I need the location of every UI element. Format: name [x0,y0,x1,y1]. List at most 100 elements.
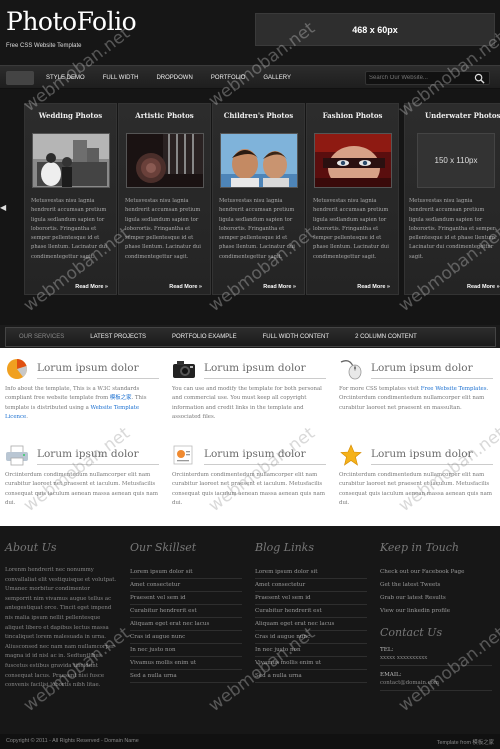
skillset-item[interactable]: Vivamus mollis enim ut [130,657,242,670]
search-icon[interactable] [474,73,485,84]
tel-label: TEL: [380,647,394,653]
nav-item-dropdown[interactable]: DROPDOWN [156,75,192,81]
search-box [365,71,490,85]
slide-thumbnail[interactable] [220,133,298,188]
slider-prev-arrow[interactable]: ◀ [0,203,6,212]
feature-divider [204,378,326,379]
read-more-link[interactable]: Read More » [75,284,108,290]
nav-item-gallery[interactable]: GALLERY [263,75,291,81]
skillset-item[interactable]: In nec justo non [130,644,242,657]
camera-icon [173,361,195,378]
read-more-link[interactable]: Read More » [169,284,202,290]
blog-links-list: Lorem ipsum dolor sit Amet consectetur P… [255,566,367,683]
star-icon [340,444,362,466]
feature-header: Lorum ipsum dolor [5,358,165,380]
blog-link[interactable]: Praesent vel sem id [255,592,367,605]
slide-thumbnail[interactable] [32,133,110,188]
slide-title: Underwater Photos [425,111,500,120]
feature-header: Lorum ipsum dolor [5,444,165,466]
feature-title: Lorum ipsum dolor [37,362,139,374]
blog-link[interactable]: Aliquam eget erat nec lacus [255,618,367,631]
read-more-link[interactable]: Read More » [357,284,390,290]
slide-text: Metusvestas nisu lagnia hendrerit accums… [219,198,295,260]
slide-text: Metusvestas nisu lagnia hendrerit accums… [125,198,201,260]
services-section: Lorum ipsum dolor Info about the templat… [0,348,500,526]
slide-text: Metusvestas nisu lagnia hendrerit accums… [409,198,497,260]
slide-thumbnail-placeholder[interactable]: 150 x 110px [417,133,495,188]
slide-thumbnail[interactable] [314,133,392,188]
skillset-item[interactable]: Cras id augue nunc [130,631,242,644]
template-credit[interactable]: Template from 模板之家 [437,738,494,746]
feature-divider [371,378,493,379]
results-link[interactable]: Grab our latest Results [380,592,492,605]
slide-text: Metusvestas nisu lagnia hendrerit accums… [31,198,107,260]
read-more-link[interactable]: Read More » [263,284,296,290]
footer-skillset: Our Skillset Lorem ipsum dolor sit Amet … [130,541,242,683]
slide-card: Children's Photos Metusvestas nisu lagni… [212,103,305,295]
template-source-link[interactable]: 模板之家 [110,395,132,401]
tab-2-column-content[interactable]: 2 COLUMN CONTENT [342,334,430,340]
slide-title: Fashion Photos [322,111,383,120]
footer-heading: About Us [5,541,57,554]
site-tagline: Free CSS Website Template [6,43,82,49]
facebook-link[interactable]: Check out our Facebook Page [380,566,492,579]
feature-header: Lorum ipsum dolor [339,358,499,380]
linkedin-link[interactable]: View our linkedin profile [380,605,492,618]
feature-text: Orciinterdum condimentedum nullamcorper … [172,472,325,507]
copyright-text: Copyright © 2011 - All Rights Reserved -… [6,738,139,744]
skillset-item[interactable]: Praesent vel sem id [130,592,242,605]
skillset-item[interactable]: Amet consectetur [130,579,242,592]
site-logo[interactable]: PhotoFolio [6,7,137,36]
twitter-link[interactable]: Get the latest Tweets [380,579,492,592]
slide-title: Artistic Photos [135,111,194,120]
feature-divider [37,464,159,465]
feature-title: Lorum ipsum dolor [371,362,473,374]
skillset-item[interactable]: Lorem ipsum dolor sit [130,566,242,579]
tel-value: xxxxx xxxxxxxxxx [380,655,492,666]
email-value[interactable]: contact@domain.com [380,680,492,691]
search-input[interactable] [369,73,469,83]
slide-title: Wedding Photos [38,111,103,120]
contact-heading: Contact Us [380,626,443,639]
blog-link[interactable]: Vivamus mollis enim ut [255,657,367,670]
feature-divider [37,378,159,379]
skillset-item[interactable]: Curabitur hendrerit est [130,605,242,618]
pie-chart-icon [7,359,27,379]
about-text: Lorenm hendrerit nec nonummy convallalia… [5,567,117,689]
blog-link[interactable]: Lorem ipsum dolor sit [255,566,367,579]
content-tabs: OUR SERVICES LATEST PROJECTS PORTFOLIO E… [5,327,496,347]
blog-link[interactable]: Curabitur hendrerit est [255,605,367,618]
feature-header: Lorum ipsum dolor [172,358,332,380]
tab-portfolio-example[interactable]: PORTFOLIO EXAMPLE [159,334,250,340]
blog-link[interactable]: Cras id augue nunc [255,631,367,644]
main-nav: STYLE DEMO FULL WIDTH DROPDOWN PORTFOLIO… [0,65,500,89]
skillset-item[interactable]: Sed a nulla urna [130,670,242,683]
tab-latest-projects[interactable]: LATEST PROJECTS [77,334,159,340]
feature-text: Orciinterdum condimentedum nullamcorper … [339,472,492,507]
nav-item-portfolio[interactable]: PORTFOLIO [211,75,246,81]
feature-text: You can use and modify the template for … [172,386,322,421]
header: PhotoFolio Free CSS Website Template 468… [0,0,500,65]
read-more-link[interactable]: Read More » [467,284,500,290]
footer-blog-links: Blog Links Lorem ipsum dolor sit Amet co… [255,541,367,683]
skillset-item[interactable]: Aliquam eget erat nec lacus [130,618,242,631]
blog-link[interactable]: Amet consectetur [255,579,367,592]
free-website-templates-link[interactable]: Free Website Templates [421,386,487,392]
tab-our-services[interactable]: OUR SERVICES [6,334,77,340]
feature-header: Lorum ipsum dolor [339,444,499,466]
slide-thumbnail[interactable] [126,133,204,188]
nav-item-full-width[interactable]: FULL WIDTH [103,75,139,81]
slide-card: Fashion Photos Metusvestas nisu lagnia h… [306,103,399,295]
footer: About Us Lorenm hendrerit nec nonummy co… [0,526,500,734]
ad-banner[interactable]: 468 x 60px [255,13,495,46]
feature-text: Orciinterdum condimentedum nullamcorper … [5,472,158,507]
nav-item-style-demo[interactable]: STYLE DEMO [46,75,85,81]
tab-full-width-content[interactable]: FULL WIDTH CONTENT [250,334,342,340]
feature-title: Lorum ipsum dolor [371,448,473,460]
feature-title: Lorum ipsum dolor [204,362,306,374]
feature-title: Lorum ipsum dolor [37,448,139,460]
blog-link[interactable]: In nec justo non [255,644,367,657]
blog-link[interactable]: Sed a nulla urna [255,670,367,683]
feature-text: Info about the template, This is a W3C s… [5,386,147,421]
home-button[interactable] [6,71,34,85]
